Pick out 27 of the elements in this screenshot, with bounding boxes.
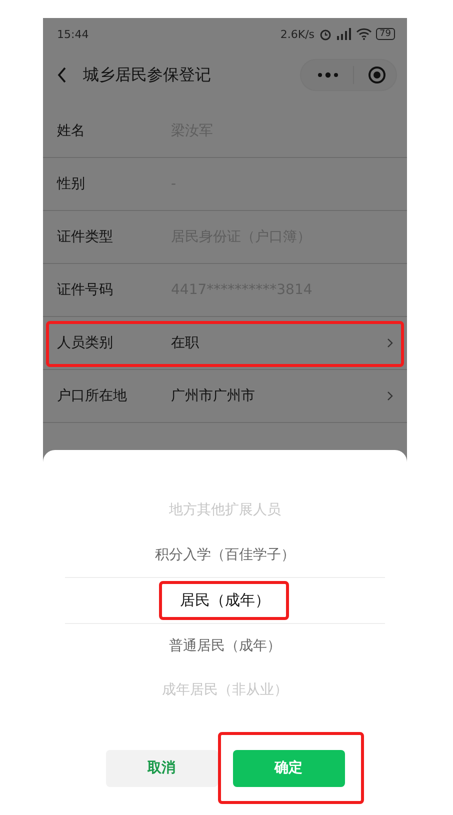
wifi-icon — [356, 28, 372, 40]
field-label: 证件类型 — [57, 228, 114, 246]
select-field[interactable]: 广州市广州市 — [171, 387, 387, 405]
close-target-icon[interactable] — [368, 66, 386, 84]
field-label: 姓名 — [57, 122, 86, 140]
select-field[interactable]: 在职 — [171, 334, 387, 352]
network-speed: 2.6K/s — [280, 28, 315, 40]
field-label: 人员类别 — [57, 334, 114, 352]
cancel-button[interactable]: 取消 — [106, 750, 218, 786]
confirm-button[interactable]: 确定 — [232, 750, 344, 786]
picker-option[interactable]: 居民（成年） — [176, 590, 274, 610]
capsule-menu[interactable] — [300, 59, 397, 91]
battery-indicator: 79 — [376, 28, 395, 40]
more-icon[interactable] — [317, 72, 339, 78]
signal-icon — [336, 28, 352, 40]
field-value: - — [171, 176, 178, 192]
chevron-right-icon — [387, 391, 393, 401]
picker-option[interactable]: 积分入学（百佳学子） — [151, 546, 299, 564]
field-label: 证件号码 — [57, 281, 114, 299]
status-time: 15:44 — [57, 28, 89, 40]
field-label: 户口所在地 — [57, 387, 128, 405]
picker-option[interactable]: 普通居民（成年） — [165, 636, 285, 655]
back-icon[interactable] — [57, 67, 67, 83]
page-title: 城乡居民参保登记 — [83, 64, 212, 86]
alarm-icon — [318, 28, 332, 40]
chevron-right-icon — [387, 338, 393, 348]
field-label: 性别 — [57, 175, 86, 193]
